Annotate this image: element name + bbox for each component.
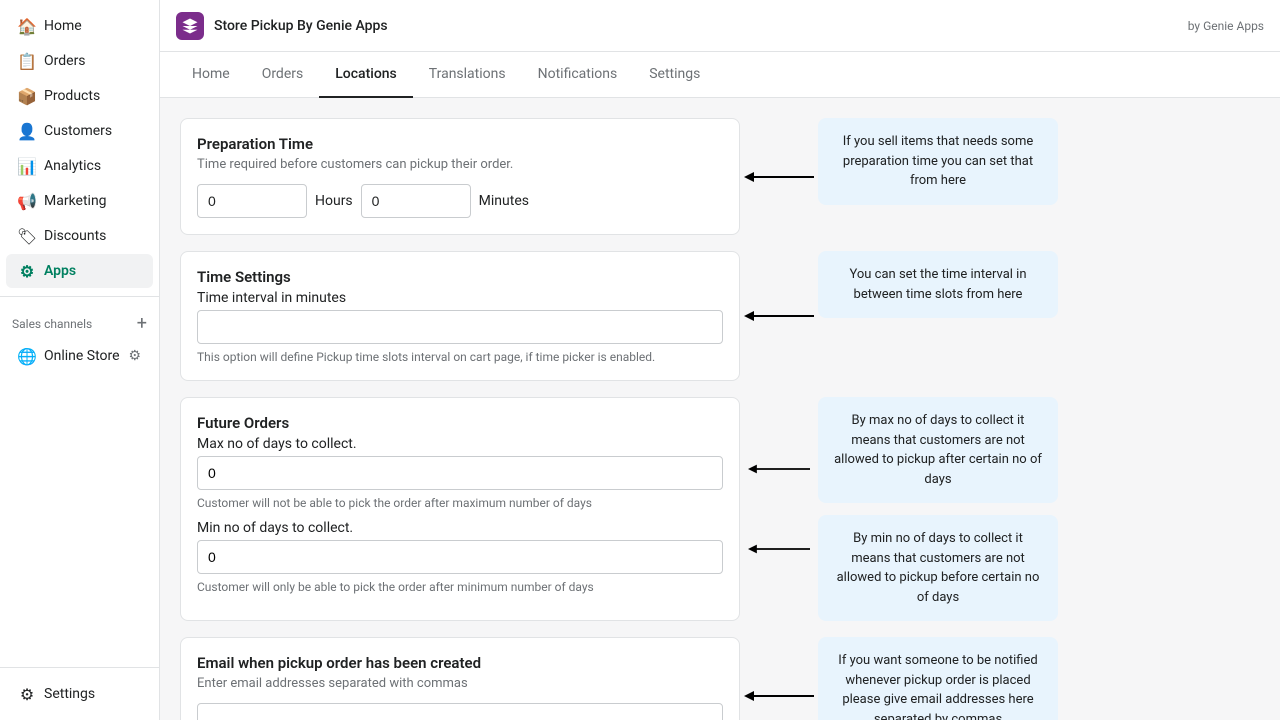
- online-store-settings-icon[interactable]: ⚙: [128, 348, 141, 364]
- preparation-arrow: [740, 118, 818, 235]
- sidebar-item-orders[interactable]: 📋 Orders: [6, 44, 153, 78]
- customers-icon: 👤: [18, 122, 36, 140]
- arrow-left-icon: [744, 167, 814, 187]
- minutes-input[interactable]: [361, 184, 471, 218]
- app-logo: [176, 12, 204, 40]
- app-logo-icon: [181, 17, 199, 35]
- sidebar-item-analytics[interactable]: 📊 Analytics: [6, 149, 153, 183]
- sidebar: 🏠 Home 📋 Orders 📦 Products 👤 Customers 📊…: [0, 0, 160, 720]
- preparation-time-title: Preparation Time: [197, 135, 723, 153]
- future-orders-card: Future Orders Max no of days to collect.…: [180, 397, 740, 621]
- arrow-left-icon-5: [744, 686, 814, 706]
- tabs-bar: Home Orders Locations Translations Notif…: [160, 52, 1280, 98]
- future-orders-tooltips: By max no of days to collect it means th…: [818, 397, 1058, 621]
- time-settings-tooltip: You can set the time interval in between…: [818, 251, 1058, 318]
- arrow-left-icon-3: [748, 459, 810, 479]
- time-settings-title: Time Settings: [197, 268, 723, 286]
- sidebar-label-orders: Orders: [44, 53, 86, 69]
- hours-input[interactable]: [197, 184, 307, 218]
- max-days-hint: Customer will not be able to pick the or…: [197, 496, 723, 510]
- sidebar-label-apps: Apps: [44, 263, 76, 279]
- email-notification-row: Email when pickup order has been created…: [180, 637, 1280, 720]
- future-orders-title: Future Orders: [197, 414, 723, 432]
- preparation-time-row: Preparation Time Time required before cu…: [180, 118, 1280, 235]
- email-notification-card: Email when pickup order has been created…: [180, 637, 740, 720]
- time-settings-row: Time Settings Time interval in minutes T…: [180, 251, 1280, 381]
- sidebar-label-discounts: Discounts: [44, 228, 106, 244]
- max-arrow: [744, 459, 814, 479]
- sidebar-label-customers: Customers: [44, 123, 112, 139]
- preparation-time-tooltip: If you sell items that needs some prepar…: [818, 118, 1058, 205]
- arrow-left-icon-4: [748, 539, 810, 559]
- sidebar-item-settings[interactable]: ⚙ Settings: [6, 677, 153, 711]
- future-orders-row: Future Orders Max no of days to collect.…: [180, 397, 1280, 621]
- max-days-input[interactable]: [197, 456, 723, 490]
- interval-input[interactable]: [197, 310, 723, 344]
- future-orders-max-tooltip: By max no of days to collect it means th…: [818, 397, 1058, 503]
- tab-home[interactable]: Home: [176, 52, 246, 98]
- hours-label: Hours: [315, 193, 353, 209]
- sales-channels-label: Sales channels: [12, 317, 92, 331]
- sidebar-item-customers[interactable]: 👤 Customers: [6, 114, 153, 148]
- time-settings-card: Time Settings Time interval in minutes T…: [180, 251, 740, 381]
- min-days-label: Min no of days to collect.: [197, 520, 723, 536]
- add-sales-channel-icon[interactable]: +: [137, 313, 147, 334]
- min-days-input[interactable]: [197, 540, 723, 574]
- tab-locations[interactable]: Locations: [319, 52, 413, 98]
- marketing-icon: 📢: [18, 192, 36, 210]
- min-arrow: [744, 539, 814, 559]
- sidebar-label-online-store: Online Store: [44, 348, 120, 364]
- future-orders-min-tooltip: By min no of days to collect it means th…: [818, 515, 1058, 621]
- minutes-label: Minutes: [479, 193, 529, 209]
- discounts-icon: 🏷: [18, 227, 36, 245]
- email-notification-tooltip: If you want someone to be notified whene…: [818, 637, 1058, 720]
- tab-settings[interactable]: Settings: [633, 52, 716, 98]
- sidebar-item-products[interactable]: 📦 Products: [6, 79, 153, 113]
- tab-notifications[interactable]: Notifications: [522, 52, 634, 98]
- max-days-label: Max no of days to collect.: [197, 436, 723, 452]
- sidebar-label-home: Home: [44, 18, 82, 34]
- time-settings-arrow: [740, 251, 818, 381]
- sidebar-item-discounts[interactable]: 🏷 Discounts: [6, 219, 153, 253]
- sidebar-item-marketing[interactable]: 📢 Marketing: [6, 184, 153, 218]
- preparation-time-card: Preparation Time Time required before cu…: [180, 118, 740, 235]
- interval-label: Time interval in minutes: [197, 290, 723, 306]
- settings-icon: ⚙: [18, 685, 36, 703]
- future-orders-arrows: [740, 397, 818, 621]
- email-notification-desc: Enter email addresses separated with com…: [197, 676, 723, 691]
- topbar: Store Pickup By Genie Apps by Genie Apps: [160, 0, 1280, 52]
- sidebar-item-apps[interactable]: ⚙ Apps: [6, 254, 153, 288]
- sidebar-label-analytics: Analytics: [44, 158, 101, 174]
- main-area: Store Pickup By Genie Apps by Genie Apps…: [160, 0, 1280, 720]
- email-input[interactable]: [197, 703, 723, 720]
- online-store-icon: 🌐: [18, 347, 36, 365]
- analytics-icon: 📊: [18, 157, 36, 175]
- orders-icon: 📋: [18, 52, 36, 70]
- home-icon: 🏠: [18, 17, 36, 35]
- sidebar-label-settings: Settings: [44, 686, 95, 702]
- app-title: Store Pickup By Genie Apps: [214, 18, 388, 34]
- sidebar-label-products: Products: [44, 88, 100, 104]
- arrow-left-icon-2: [744, 306, 814, 326]
- sidebar-label-marketing: Marketing: [44, 193, 107, 209]
- products-icon: 📦: [18, 87, 36, 105]
- email-arrow: [740, 637, 818, 720]
- min-days-hint: Customer will only be able to pick the o…: [197, 580, 723, 594]
- apps-icon: ⚙: [18, 262, 36, 280]
- sidebar-item-home[interactable]: 🏠 Home: [6, 9, 153, 43]
- tab-translations[interactable]: Translations: [413, 52, 522, 98]
- tab-orders[interactable]: Orders: [246, 52, 320, 98]
- sidebar-item-online-store[interactable]: 🌐 Online Store ⚙: [6, 339, 153, 373]
- topbar-by-label: by Genie Apps: [1188, 19, 1264, 33]
- interval-hint: This option will define Pickup time slot…: [197, 350, 723, 364]
- email-notification-title: Email when pickup order has been created: [197, 654, 723, 672]
- content-area: Preparation Time Time required before cu…: [160, 98, 1280, 720]
- preparation-time-desc: Time required before customers can picku…: [197, 157, 723, 172]
